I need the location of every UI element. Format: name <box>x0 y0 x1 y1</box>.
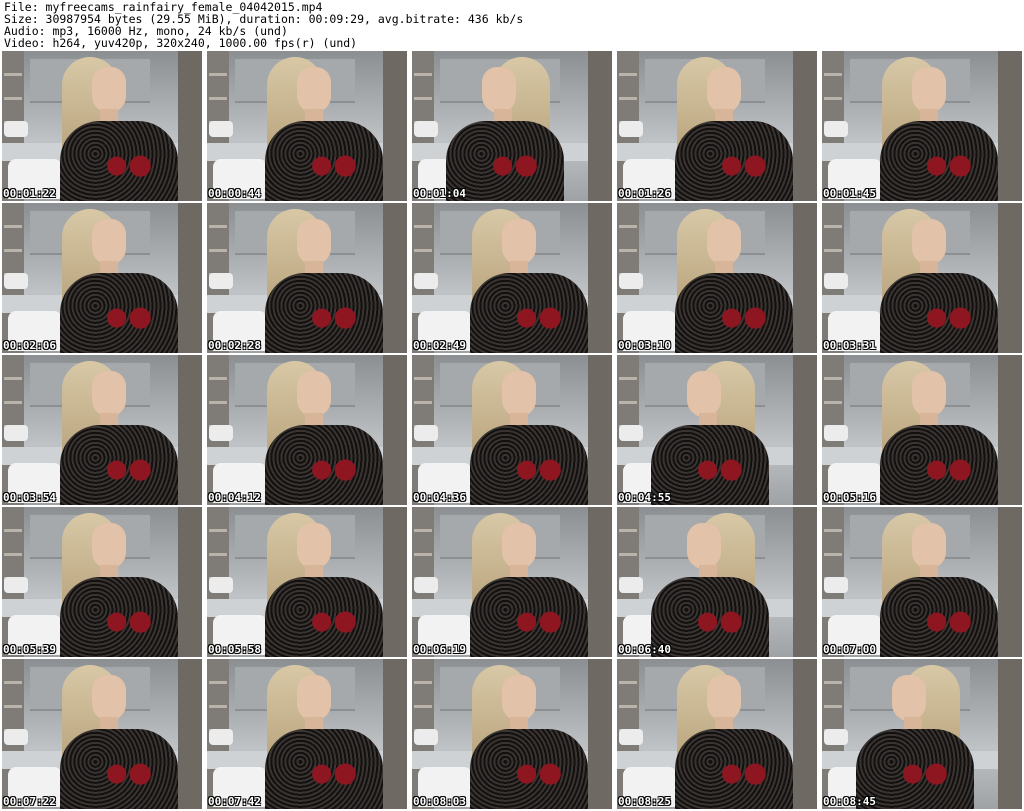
video-thumbnail: 00:07:42 <box>207 659 407 809</box>
thumbnail-timestamp: 00:01:22 <box>3 187 56 200</box>
thumbnail-timestamp: 00:08:25 <box>618 795 671 808</box>
file-info-header: File: myfreecams_rainfairy_female_040420… <box>4 1 1020 49</box>
thumbnail-timestamp: 00:01:45 <box>823 187 876 200</box>
thumbnail-timestamp: 00:00:44 <box>208 187 261 200</box>
thumbnail-timestamp: 00:08:45 <box>823 795 876 808</box>
thumbnail-timestamp: 00:02:49 <box>413 339 466 352</box>
video-thumbnail: 00:01:45 <box>822 51 1022 201</box>
video-thumbnail: 00:06:19 <box>412 507 612 657</box>
video-thumbnail: 00:02:06 <box>2 203 202 353</box>
thumbnail-timestamp: 00:03:54 <box>3 491 56 504</box>
video-thumbnail: 00:00:44 <box>207 51 407 201</box>
thumbnail-timestamp: 00:05:39 <box>3 643 56 656</box>
thumbnail-timestamp: 00:03:10 <box>618 339 671 352</box>
thumbnail-timestamp: 00:05:16 <box>823 491 876 504</box>
video-thumbnail: 00:04:55 <box>617 355 817 505</box>
video-thumbnail: 00:08:45 <box>822 659 1022 809</box>
thumbnail-timestamp: 00:05:58 <box>208 643 261 656</box>
video-thumbnail: 00:06:40 <box>617 507 817 657</box>
thumbnail-timestamp: 00:02:28 <box>208 339 261 352</box>
video-thumbnail: 00:07:22 <box>2 659 202 809</box>
thumbnail-timestamp: 00:07:22 <box>3 795 56 808</box>
video-thumbnail: 00:01:04 <box>412 51 612 201</box>
video-thumbnail: 00:03:54 <box>2 355 202 505</box>
thumbnail-timestamp: 00:03:31 <box>823 339 876 352</box>
video-info-line: Video: h264, yuv420p, 320x240, 1000.00 f… <box>4 36 358 50</box>
video-thumbnail: 00:08:03 <box>412 659 612 809</box>
video-thumbnail: 00:08:25 <box>617 659 817 809</box>
thumbnail-timestamp: 00:06:40 <box>618 643 671 656</box>
thumbnail-timestamp: 00:02:06 <box>3 339 56 352</box>
video-thumbnail: 00:05:16 <box>822 355 1022 505</box>
thumbnail-timestamp: 00:04:36 <box>413 491 466 504</box>
thumbnail-timestamp: 00:07:00 <box>823 643 876 656</box>
video-thumbnail: 00:05:58 <box>207 507 407 657</box>
video-thumbnail: 00:03:31 <box>822 203 1022 353</box>
thumbnail-timestamp: 00:04:12 <box>208 491 261 504</box>
thumbnail-timestamp: 00:06:19 <box>413 643 466 656</box>
video-thumbnail: 00:07:00 <box>822 507 1022 657</box>
video-thumbnail: 00:03:10 <box>617 203 817 353</box>
thumbnail-timestamp: 00:04:55 <box>618 491 671 504</box>
video-thumbnail: 00:01:26 <box>617 51 817 201</box>
video-thumbnail: 00:05:39 <box>2 507 202 657</box>
thumbnail-timestamp: 00:01:04 <box>413 187 466 200</box>
video-thumbnail: 00:04:12 <box>207 355 407 505</box>
thumbnail-grid: 00:01:22 00:00:44 00:01:04 00:01:26 00:01:45… <box>2 51 1022 809</box>
thumbnail-timestamp: 00:07:42 <box>208 795 261 808</box>
thumbnail-timestamp: 00:01:26 <box>618 187 671 200</box>
thumbnail-timestamp: 00:08:03 <box>413 795 466 808</box>
video-thumbnail: 00:04:36 <box>412 355 612 505</box>
video-thumbnail: 00:02:28 <box>207 203 407 353</box>
video-thumbnail: 00:02:49 <box>412 203 612 353</box>
video-thumbnail: 00:01:22 <box>2 51 202 201</box>
